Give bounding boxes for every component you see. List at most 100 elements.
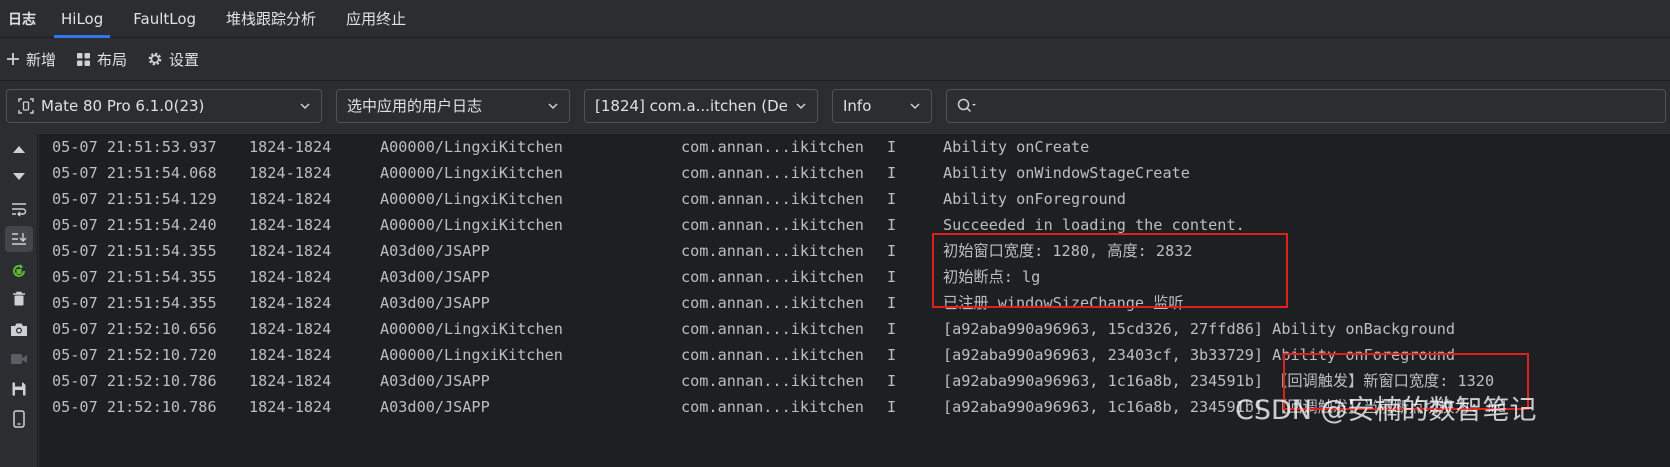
- log-package: com.annan...ikitchen: [681, 398, 864, 416]
- tab-faultlog[interactable]: FaultLog: [118, 0, 211, 38]
- log-row: 05-07 21:51:54.068 1824-1824 A00000/Ling…: [39, 160, 1670, 186]
- triangle-down-icon: [13, 173, 25, 180]
- log-package: com.annan...ikitchen: [681, 346, 864, 364]
- log-time: 05-07 21:52:10.786: [52, 398, 217, 416]
- video-camera-icon: [11, 354, 27, 364]
- device-select[interactable]: Mate 80 Pro 6.1.0(23): [6, 88, 322, 123]
- device-icon: [18, 97, 34, 114]
- log-row: 05-07 21:52:10.720 1824-1824 A00000/Ling…: [39, 342, 1670, 368]
- restart-icon: [13, 264, 25, 277]
- log-package: com.annan...ikitchen: [681, 164, 864, 182]
- log-level: I: [887, 320, 897, 338]
- log-level-select[interactable]: Info: [832, 88, 932, 123]
- scroll-up-button[interactable]: [5, 136, 33, 162]
- screenshot-button[interactable]: [5, 316, 33, 342]
- log-time: 05-07 21:52:10.656: [52, 320, 217, 338]
- process-select[interactable]: [1824] com.a...itchen (Dead): [584, 88, 818, 123]
- clear-log-button[interactable]: [5, 286, 33, 312]
- log-message: Succeeded in loading the content.: [943, 216, 1245, 234]
- log-level: I: [887, 372, 897, 390]
- search-box[interactable]: [946, 88, 1666, 123]
- log-time: 05-07 21:51:54.068: [52, 164, 217, 182]
- camera-icon: [11, 323, 27, 336]
- soft-wrap-icon: [12, 203, 27, 217]
- chevron-down-icon: [796, 102, 806, 109]
- log-scope-select-value: 选中应用的用户日志: [347, 97, 483, 115]
- log-row: 05-07 21:51:54.355 1824-1824 A03d00/JSAP…: [39, 290, 1670, 316]
- tab-stack-trace-analysis[interactable]: 堆栈跟踪分析: [211, 0, 331, 38]
- log-tag: A00000/LingxiKitchen: [380, 320, 563, 338]
- log-level: I: [887, 398, 897, 416]
- log-row: 05-07 21:51:54.129 1824-1824 A00000/Ling…: [39, 186, 1670, 212]
- log-package: com.annan...ikitchen: [681, 294, 864, 312]
- settings-button[interactable]: 设置: [147, 49, 199, 70]
- log-row: 05-07 21:51:53.937 1824-1824 A00000/Ling…: [39, 134, 1670, 160]
- tab-app-termination[interactable]: 应用终止: [331, 0, 421, 38]
- log-row: 05-07 21:51:54.240 1824-1824 A00000/Ling…: [39, 212, 1670, 238]
- soft-wrap-button[interactable]: [5, 196, 33, 222]
- restart-app-button[interactable]: [5, 258, 33, 284]
- log-message: 初始断点: lg: [943, 268, 1041, 286]
- tab-hilog[interactable]: HiLog: [46, 0, 118, 38]
- tab-bar: 日志 HiLog FaultLog 堆栈跟踪分析 应用终止: [0, 0, 1670, 38]
- log-time: 05-07 21:51:54.355: [52, 268, 217, 286]
- log-message: Ability onWindowStageCreate: [943, 164, 1190, 182]
- panel-title: 日志: [8, 11, 36, 28]
- log-package: com.annan...ikitchen: [681, 190, 864, 208]
- log-tag: A00000/LingxiKitchen: [380, 164, 563, 182]
- log-pid: 1824-1824: [249, 320, 332, 338]
- log-message: 初始窗口宽度: 1280, 高度: 2832: [943, 242, 1193, 260]
- log-tag: A03d00/JSAPP: [380, 294, 490, 312]
- log-message: [a92aba990a96963, 1c16a8b, 234591b] 【回调触…: [943, 398, 1507, 416]
- log-message: Ability onCreate: [943, 138, 1090, 156]
- layout-button[interactable]: 布局: [76, 49, 127, 70]
- screen-record-button[interactable]: [5, 346, 33, 372]
- add-button-label: 新增: [26, 50, 57, 69]
- scroll-to-end-button[interactable]: [5, 226, 33, 252]
- log-pid: 1824-1824: [249, 268, 332, 286]
- log-row: 05-07 21:52:10.786 1824-1824 A03d00/JSAP…: [39, 368, 1670, 394]
- log-tag: A03d00/JSAPP: [380, 268, 490, 286]
- search-icon: [957, 98, 976, 112]
- log-tag: A00000/LingxiKitchen: [380, 190, 563, 208]
- log-row: 05-07 21:51:54.355 1824-1824 A03d00/JSAP…: [39, 238, 1670, 264]
- triangle-up-icon: [13, 146, 25, 153]
- add-button[interactable]: 新增: [6, 49, 56, 70]
- scroll-down-button[interactable]: [5, 164, 33, 190]
- log-level: I: [887, 216, 897, 234]
- log-pid: 1824-1824: [249, 372, 332, 390]
- save-icon: [12, 382, 26, 396]
- log-time: 05-07 21:51:54.129: [52, 190, 217, 208]
- layout-grid-icon: [77, 52, 91, 66]
- log-message: 已注册 windowSizeChange 监听: [943, 294, 1184, 312]
- log-level: I: [887, 242, 897, 260]
- log-pid: 1824-1824: [249, 216, 332, 234]
- log-viewer[interactable]: 05-07 21:51:53.937 1824-1824 A00000/Ling…: [39, 134, 1670, 467]
- log-scope-select[interactable]: 选中应用的用户日志: [336, 88, 570, 123]
- log-message: [a92aba990a96963, 23403cf, 3b33729] Abil…: [943, 346, 1456, 364]
- log-message: Ability onForeground: [943, 190, 1126, 208]
- log-package: com.annan...ikitchen: [681, 138, 864, 156]
- device-button[interactable]: [5, 406, 33, 432]
- log-message: [a92aba990a96963, 15cd326, 27ffd86] Abil…: [943, 320, 1456, 338]
- log-time: 05-07 21:52:10.786: [52, 372, 217, 390]
- log-time: 05-07 21:51:54.355: [52, 294, 217, 312]
- log-message: [a92aba990a96963, 1c16a8b, 234591b] 【回调触…: [943, 372, 1495, 390]
- log-pid: 1824-1824: [249, 138, 332, 156]
- log-time: 05-07 21:51:54.355: [52, 242, 217, 260]
- log-level-select-value: Info: [843, 96, 872, 115]
- log-level: I: [887, 294, 897, 312]
- save-log-button[interactable]: [5, 376, 33, 402]
- log-time: 05-07 21:52:10.720: [52, 346, 217, 364]
- log-side-toolbar: [0, 134, 38, 467]
- log-tag: A00000/LingxiKitchen: [380, 346, 563, 364]
- search-input[interactable]: [985, 96, 1655, 115]
- log-pid: 1824-1824: [249, 242, 332, 260]
- log-package: com.annan...ikitchen: [681, 372, 864, 390]
- log-level: I: [887, 190, 897, 208]
- log-tag: A03d00/JSAPP: [380, 372, 490, 390]
- log-package: com.annan...ikitchen: [681, 268, 864, 286]
- log-tag: A00000/LingxiKitchen: [380, 138, 563, 156]
- settings-button-label: 设置: [169, 50, 200, 69]
- log-package: com.annan...ikitchen: [681, 242, 864, 260]
